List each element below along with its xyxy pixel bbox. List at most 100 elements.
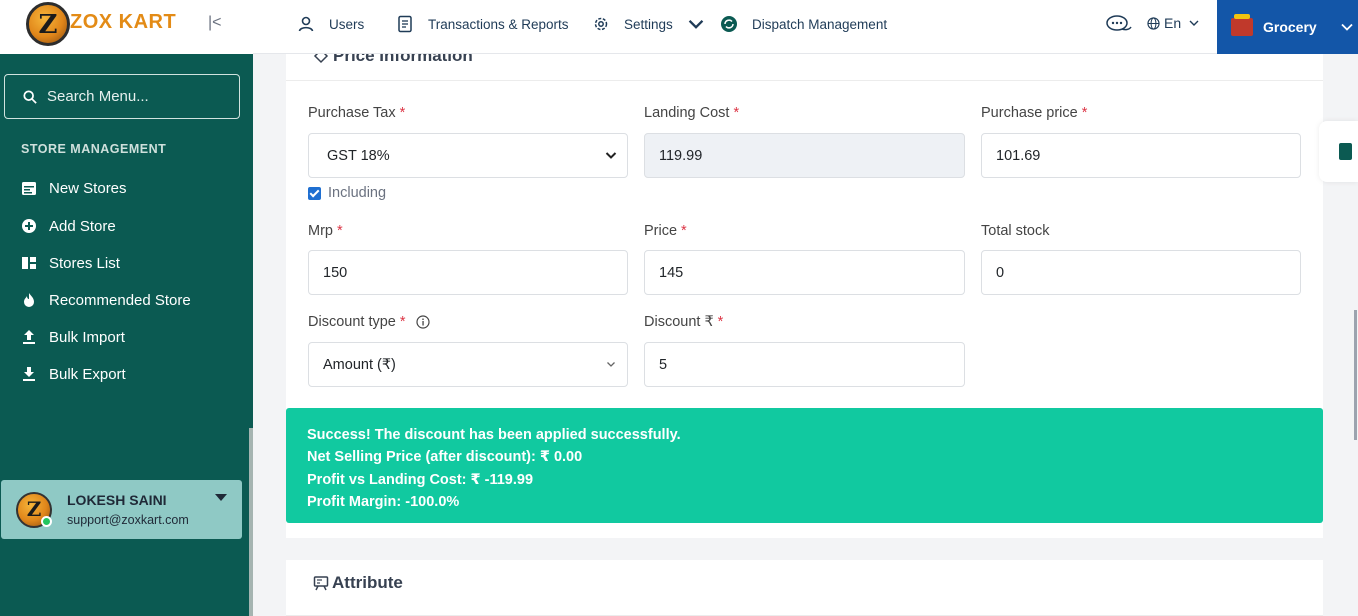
logo-area: Z ZOX KART |< xyxy=(0,0,253,54)
sidebar: Z ZOX KART |< STORE MANAGEMENT New Store… xyxy=(0,0,253,616)
sidebar-item-label: Recommended Store xyxy=(49,291,191,309)
discount-label: Discount ₹ * xyxy=(644,314,723,330)
top-navigation: Users Transactions & Reports Settings Di… xyxy=(253,0,1358,54)
chevron-down-icon xyxy=(688,19,704,29)
book-icon xyxy=(1339,143,1352,160)
brand-logo[interactable]: Z xyxy=(26,2,70,46)
floating-side-tab[interactable] xyxy=(1319,121,1358,182)
section-title: Price Information xyxy=(313,54,473,66)
total-stock-input[interactable] xyxy=(996,264,1300,281)
caret-down-icon[interactable] xyxy=(215,494,227,501)
nav-settings[interactable]: Settings xyxy=(592,15,705,33)
info-icon[interactable] xyxy=(415,315,430,329)
chevron-down-icon xyxy=(605,152,617,159)
sidebar-item-stores-list[interactable]: Stores List xyxy=(21,251,120,275)
store-switcher-button[interactable]: Grocery xyxy=(1217,0,1358,54)
nav-dispatch-management[interactable]: Dispatch Management xyxy=(720,15,887,33)
search-menu-box[interactable] xyxy=(4,74,240,119)
sidebar-item-label: Add Store xyxy=(49,217,116,235)
sidebar-item-label: Bulk Export xyxy=(49,365,126,383)
landing-cost-label-text: Landing Cost xyxy=(644,105,730,121)
mrp-field[interactable] xyxy=(308,250,628,295)
nav-users[interactable]: Users xyxy=(297,15,364,33)
purchase-tax-select[interactable]: GST 18% xyxy=(308,133,628,178)
required-mark: * xyxy=(336,223,343,239)
required-mark: * xyxy=(681,223,687,239)
nav-dispatch-label: Dispatch Management xyxy=(752,16,888,32)
mrp-input[interactable] xyxy=(323,264,627,281)
search-icon xyxy=(23,89,37,104)
sidebar-scrollbar[interactable] xyxy=(249,428,253,616)
user-email: support@zoxkart.com xyxy=(67,513,189,527)
chevron-down-icon xyxy=(1189,20,1199,26)
price-input[interactable] xyxy=(659,264,964,281)
sidebar-item-new-stores[interactable]: New Stores xyxy=(21,176,127,200)
price-information-title: Price Information xyxy=(333,54,473,65)
language-label: En xyxy=(1164,15,1182,31)
including-checkbox[interactable] xyxy=(308,186,321,200)
price-information-header: Price Information xyxy=(286,54,1323,81)
including-checkbox-row[interactable]: Including xyxy=(308,185,386,201)
purchase-tax-value: GST 18% xyxy=(327,147,390,164)
mrp-label-text: Mrp xyxy=(308,223,333,239)
alert-line-success: Success! The discount has been applied s… xyxy=(307,427,681,443)
logo-letter: Z xyxy=(38,10,58,40)
language-selector[interactable]: En xyxy=(1147,15,1201,31)
alert-line-margin: Profit Margin: -100.0% xyxy=(307,493,460,510)
sidebar-item-recommended-store[interactable]: Recommended Store xyxy=(21,288,191,312)
grid-icon xyxy=(22,257,36,269)
required-mark: * xyxy=(399,314,406,330)
price-information-card: Price Information Purchase Tax * GST 18% … xyxy=(286,54,1323,538)
sidebar-item-add-store[interactable]: Add Store xyxy=(21,214,116,238)
discount-type-value: Amount (₹) xyxy=(323,356,396,373)
required-mark: * xyxy=(1081,105,1088,121)
discount-type-select[interactable]: Amount (₹) xyxy=(308,342,628,387)
chat-icon[interactable] xyxy=(1105,13,1133,37)
required-mark: * xyxy=(733,105,740,121)
user-icon xyxy=(298,16,314,32)
total-stock-label-text: Total stock xyxy=(981,223,1050,239)
user-name: LOKESH SAINI xyxy=(67,492,167,508)
nav-users-label: Users xyxy=(329,16,365,32)
online-status-dot xyxy=(41,516,52,527)
purchase-price-label-text: Purchase price xyxy=(981,105,1078,121)
search-menu-input[interactable] xyxy=(47,88,227,105)
sidebar-item-label: Bulk Import xyxy=(49,328,125,346)
user-profile-card[interactable]: Z LOKESH SAINI support@zoxkart.com xyxy=(1,480,242,539)
main-scrollbar[interactable] xyxy=(1354,310,1357,440)
alert-line-profit: Profit vs Landing Cost: ₹ -119.99 xyxy=(307,471,534,488)
globe-icon xyxy=(1147,16,1160,30)
flame-icon xyxy=(24,293,34,307)
nav-transactions-label: Transactions & Reports xyxy=(428,16,569,32)
store-switcher-label: Grocery xyxy=(1263,19,1317,35)
collapse-sidebar-icon[interactable]: |< xyxy=(208,14,222,32)
purchase-price-input[interactable] xyxy=(996,147,1300,164)
purchase-price-field[interactable] xyxy=(981,133,1301,178)
total-stock-label: Total stock xyxy=(981,223,1050,239)
total-stock-field[interactable] xyxy=(981,250,1301,295)
required-mark: * xyxy=(717,314,724,330)
sync-icon xyxy=(721,16,737,32)
discount-input[interactable] xyxy=(659,356,964,373)
brand-name: ZOX KART xyxy=(70,11,177,33)
sidebar-item-bulk-export[interactable]: Bulk Export xyxy=(21,362,126,386)
landing-cost-field: 119.99 xyxy=(644,133,965,178)
calendar-icon xyxy=(22,182,36,195)
including-label: Including xyxy=(328,185,387,201)
purchase-tax-label-text: Purchase Tax xyxy=(308,105,396,121)
sidebar-item-label: New Stores xyxy=(49,179,127,197)
document-icon xyxy=(398,15,412,33)
discount-success-alert: Success! The discount has been applied s… xyxy=(286,408,1323,523)
price-label: Price * xyxy=(644,223,687,239)
nav-transactions-reports[interactable]: Transactions & Reports xyxy=(396,15,569,33)
gear-icon xyxy=(594,17,608,31)
discount-field[interactable] xyxy=(644,342,965,387)
presentation-icon xyxy=(313,576,329,591)
mrp-label: Mrp * xyxy=(308,223,343,239)
sidebar-item-bulk-import[interactable]: Bulk Import xyxy=(21,325,125,349)
price-field[interactable] xyxy=(644,250,965,295)
grocery-basket-icon xyxy=(1231,14,1253,36)
sidebar-item-label: Stores List xyxy=(49,254,120,272)
discount-type-label: Discount type * xyxy=(308,314,430,330)
tag-icon xyxy=(313,54,329,64)
